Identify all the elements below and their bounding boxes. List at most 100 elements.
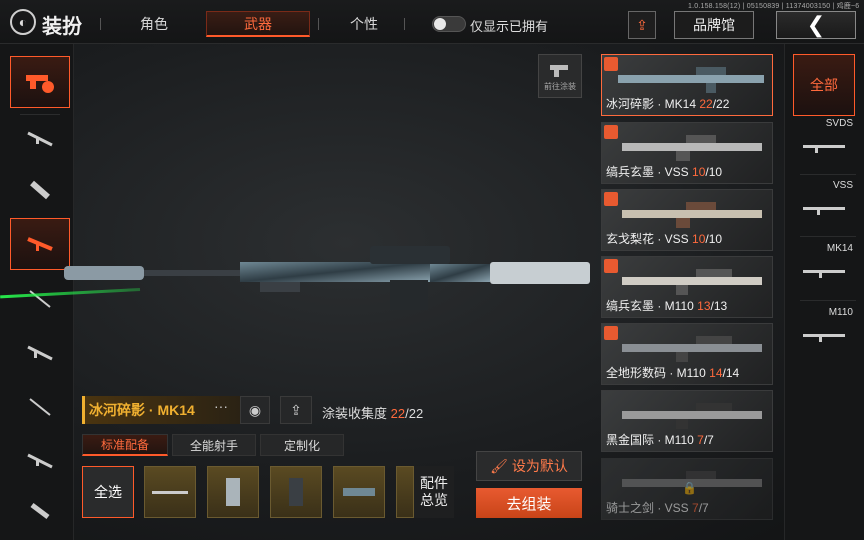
version-text: 1.0.158.158(12) | 05150839 | 11374003150… — [688, 3, 860, 10]
skin-card[interactable]: 缟兵玄墨 · VSS 10/10 — [601, 122, 773, 184]
select-all-button[interactable]: 全选 — [82, 466, 134, 518]
skin-label: 冰河碎影 · MK14 22/22 — [606, 97, 730, 111]
filter-mk14-label: MK14 — [826, 243, 853, 254]
paint-collection-progress: 涂装收集度 22/22 — [322, 403, 423, 422]
collection-label: 涂装收集度 — [322, 406, 388, 421]
globe-icon: ◐ — [10, 9, 36, 35]
chevron-left-icon: ❮ — [806, 12, 826, 37]
marksman-icon — [29, 290, 51, 308]
barrel — [144, 270, 244, 276]
skin-gun-thumbnail — [618, 67, 764, 93]
filter-mk14[interactable]: MK14 — [795, 243, 855, 305]
skin-gun-thumbnail — [622, 269, 762, 295]
receiver — [240, 262, 430, 282]
eye-icon[interactable]: ◉ — [240, 396, 270, 424]
subtab-custom[interactable]: 定制化 — [260, 434, 344, 456]
tab-weapon[interactable]: 武器 — [206, 11, 310, 37]
skin-card[interactable]: 冰河碎影 · MK14 22/22 — [601, 54, 773, 116]
skin-gun-thumbnail — [622, 202, 762, 228]
category-dmr[interactable] — [10, 434, 70, 486]
shotgun-icon — [29, 398, 51, 416]
filter-vss-label: VSS — [832, 180, 853, 191]
lock-icon: 🔒 — [682, 481, 697, 495]
svds-icon — [803, 145, 845, 153]
subtab-allround[interactable]: 全能射手 — [172, 434, 256, 456]
more-options-icon[interactable]: ··· — [214, 398, 228, 414]
skin-label: 黑金国际 · M110 7/7 — [606, 433, 714, 447]
share-icon[interactable]: ⇪ — [280, 396, 312, 424]
part-slot-magazine[interactable] — [333, 466, 385, 518]
part-slot-scope[interactable] — [396, 466, 414, 518]
category-rifle[interactable] — [10, 112, 70, 164]
overview-line-1: 配件 — [420, 475, 448, 491]
divider — [404, 18, 405, 30]
parts-overview-button[interactable]: 配件 总览 — [414, 466, 454, 518]
mk14-icon — [803, 270, 845, 278]
page-title: 装扮 — [42, 16, 82, 38]
share-icon[interactable]: ⇪ — [628, 11, 656, 39]
filter-svds[interactable]: SVDS — [795, 118, 855, 180]
filter-svds-label: SVDS — [825, 118, 853, 129]
toggle-knob — [434, 18, 446, 30]
back-button[interactable]: ❮ — [776, 11, 856, 39]
part-slot-grip[interactable] — [207, 466, 259, 518]
divider — [800, 174, 856, 175]
magazine — [390, 280, 428, 310]
assemble-button[interactable]: 去组装 — [476, 488, 582, 518]
divider — [800, 300, 856, 301]
smg-icon — [30, 180, 50, 200]
part-slot-stock[interactable] — [270, 466, 322, 518]
divider — [318, 18, 319, 30]
skin-card-locked[interactable]: 🔒 骑士之剑 · VSS 7/7 — [601, 458, 773, 520]
skin-label: 缟兵玄墨 · M110 13/13 — [606, 299, 728, 313]
skin-label: 骑士之剑 · VSS 7/7 — [606, 501, 709, 515]
owned-only-toggle[interactable] — [432, 16, 466, 32]
divider — [800, 236, 856, 237]
subtab-standard[interactable]: 标准配备 — [82, 434, 168, 456]
filter-m110-label: M110 — [828, 307, 853, 318]
filter-m110[interactable]: M110 — [795, 307, 855, 369]
gun-icon — [550, 64, 568, 77]
filter-vss[interactable]: VSS — [795, 180, 855, 242]
go-to-paint-label: 前往涂装 — [544, 81, 576, 91]
set-default-label: 设为默认 — [511, 458, 568, 474]
skin-label: 缟兵玄墨 · VSS 10/10 — [606, 165, 723, 179]
go-to-paint-button[interactable]: 前往涂装 — [538, 54, 582, 98]
skin-gun-thumbnail — [622, 336, 762, 362]
brand-hall-button[interactable]: 品牌馆 — [674, 11, 754, 39]
category-smg[interactable] — [10, 164, 70, 216]
magazine-part-icon — [343, 488, 375, 496]
part-slot-barrel[interactable] — [144, 466, 196, 518]
m110-icon — [803, 334, 845, 342]
tab-character[interactable]: 角色 — [110, 11, 198, 37]
divider — [100, 18, 101, 30]
skin-label: 玄戈梨花 · VSS 10/10 — [606, 232, 723, 246]
category-pistol[interactable] — [10, 486, 70, 538]
skin-card[interactable]: 全地形数码 · M110 14/14 — [601, 323, 773, 385]
dmr-icon — [27, 453, 53, 469]
vss-icon — [803, 207, 845, 215]
rail-accessory — [260, 282, 300, 292]
set-default-button[interactable]: 🖌 设为默认 — [476, 451, 582, 481]
pistol-icon — [30, 503, 50, 519]
barrel-part-icon — [152, 491, 188, 494]
category-lmg[interactable] — [10, 326, 70, 378]
rifle-icon — [27, 131, 53, 147]
owned-only-label: 仅显示已拥有 — [470, 19, 549, 34]
stock — [490, 262, 590, 284]
collection-current: 22 — [390, 406, 406, 421]
suppressor — [64, 266, 144, 280]
skin-card[interactable]: 缟兵玄墨 · M110 13/13 — [601, 256, 773, 318]
skin-card[interactable]: 黑金国际 · M110 7/7 — [601, 390, 773, 452]
overview-line-2: 总览 — [420, 492, 448, 508]
skin-label: 全地形数码 · M110 14/14 — [606, 366, 740, 380]
brush-icon: 🖌 — [490, 457, 508, 474]
skin-card[interactable]: 玄戈梨花 · VSS 10/10 — [601, 189, 773, 251]
category-shotgun[interactable] — [10, 380, 70, 432]
category-sniper-paint[interactable] — [10, 56, 70, 108]
filter-all-button[interactable]: 全部 — [793, 54, 855, 116]
tab-personality[interactable]: 个性 — [330, 11, 398, 37]
skin-gun-thumbnail — [622, 403, 762, 429]
grip-part-icon — [226, 478, 240, 506]
skin-gun-thumbnail — [622, 135, 762, 161]
